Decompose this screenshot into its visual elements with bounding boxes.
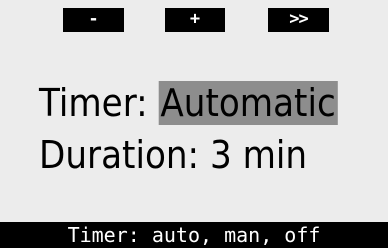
next-button[interactable]: >> bbox=[268, 8, 329, 32]
options-hint-bar: Timer: auto, man, off bbox=[0, 222, 388, 248]
duration-setting-row: Duration: 3 min bbox=[39, 132, 307, 178]
softkey-bar: - + >> bbox=[0, 8, 388, 32]
device-screen: - + >> Timer: Automatic Duration: 3 min … bbox=[0, 0, 388, 248]
increase-button[interactable]: + bbox=[165, 8, 225, 32]
timer-setting-row: Timer: Automatic bbox=[39, 80, 338, 126]
decrease-button[interactable]: - bbox=[63, 8, 124, 32]
duration-label: Duration: bbox=[39, 133, 200, 177]
timer-label: Timer: bbox=[39, 81, 148, 125]
duration-value[interactable]: 3 min bbox=[210, 133, 307, 177]
options-hint-text: Timer: auto, man, off bbox=[67, 223, 321, 247]
timer-value-selected[interactable]: Automatic bbox=[158, 81, 338, 125]
